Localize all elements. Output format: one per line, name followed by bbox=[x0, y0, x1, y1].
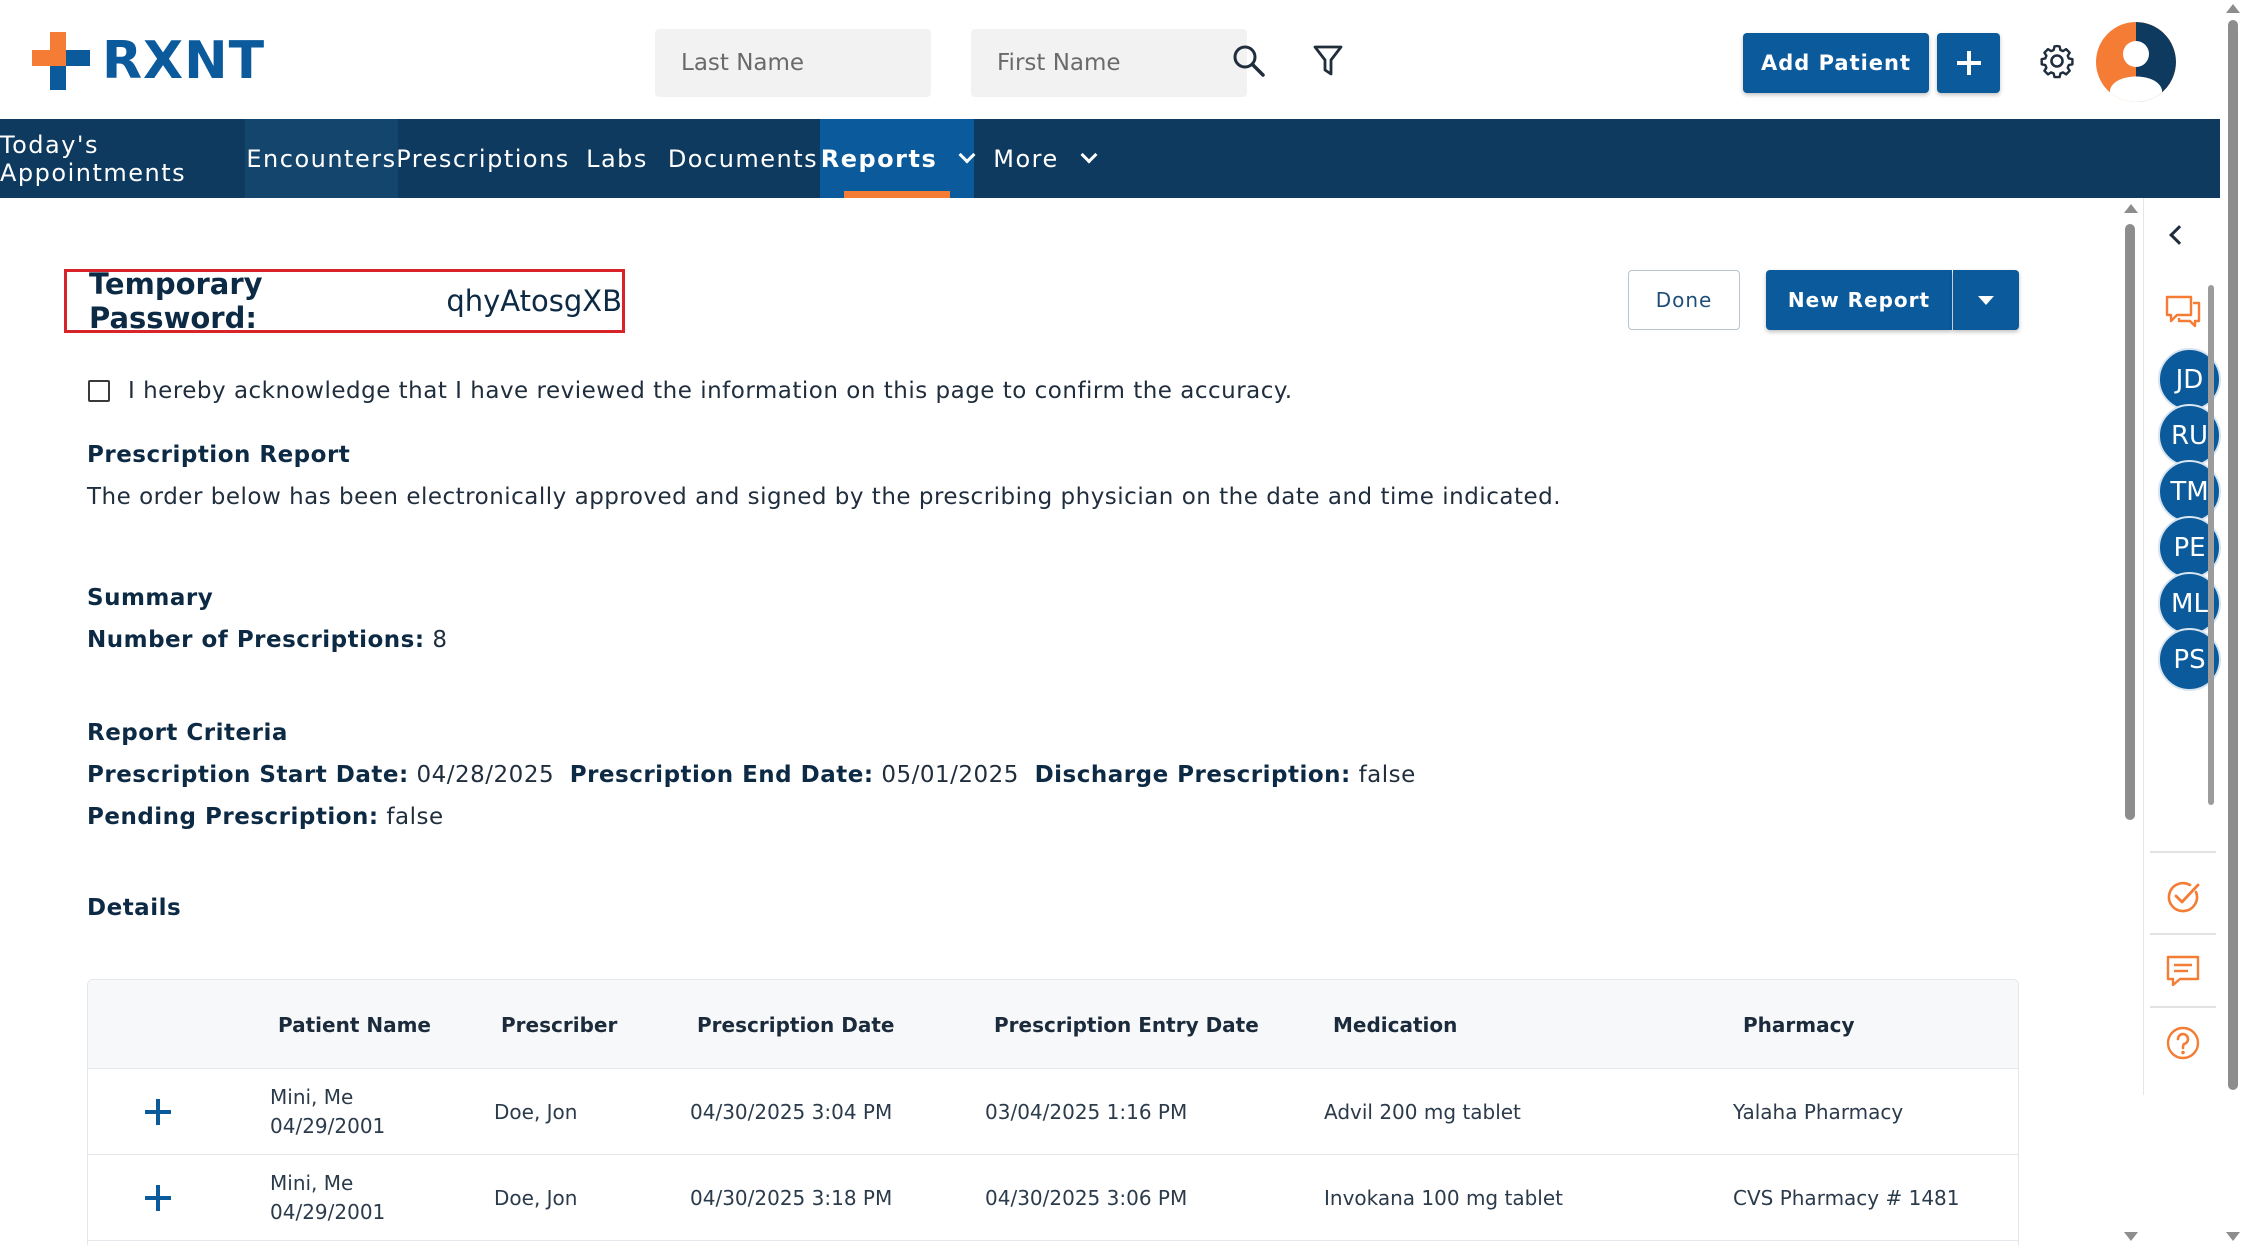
column-header[interactable]: Prescription Entry Date bbox=[994, 980, 1259, 1069]
temporary-password-label: Temporary Password: bbox=[89, 267, 263, 335]
nav-documents[interactable]: Documents bbox=[666, 119, 820, 198]
expand-row-icon[interactable] bbox=[143, 1097, 173, 1127]
user-avatar-icon bbox=[2110, 22, 2176, 102]
main-nav: Today's Appointments Encounters Prescrip… bbox=[0, 119, 2220, 198]
message-icon[interactable] bbox=[2158, 946, 2208, 996]
scroll-down-arrow-icon[interactable] bbox=[2124, 1232, 2138, 1241]
scroll-down-arrow-icon[interactable] bbox=[2226, 1232, 2240, 1241]
temporary-password-value: qhyAtosgXB bbox=[446, 284, 622, 318]
search-icon[interactable] bbox=[1226, 38, 1272, 84]
discharge-value: false bbox=[1358, 762, 1416, 788]
criteria-heading: Report Criteria bbox=[87, 720, 288, 746]
rx-date-cell: 04/30/2025 3:18 PM bbox=[690, 1186, 893, 1210]
patient-name: Mini, Me bbox=[270, 1085, 354, 1109]
nav-encounters[interactable]: Encounters bbox=[245, 119, 398, 198]
num-prescriptions: Number of Prescriptions: 8 bbox=[87, 627, 448, 653]
temporary-password-box: Temporary Password: qhyAtosgXB bbox=[64, 267, 625, 335]
acknowledge-text: I hereby acknowledge that I have reviewe… bbox=[128, 378, 1293, 404]
user-avatar[interactable] bbox=[2096, 22, 2176, 102]
prescriptions-table: Patient Name Prescriber Prescription Dat… bbox=[87, 979, 2019, 1245]
scroll-thumb[interactable] bbox=[2125, 224, 2135, 820]
medication-cell: Invokana 100 mg tablet bbox=[1324, 1186, 1563, 1210]
scroll-thumb[interactable] bbox=[2208, 285, 2214, 805]
report-title: Prescription Report bbox=[87, 442, 351, 468]
column-header[interactable]: Prescriber bbox=[501, 980, 617, 1069]
column-header[interactable]: Pharmacy bbox=[1743, 980, 1854, 1069]
chat-bubbles-icon[interactable] bbox=[2158, 286, 2208, 336]
right-panel-scrollbar[interactable] bbox=[2206, 285, 2216, 825]
add-patient-button[interactable]: Add Patient bbox=[1743, 33, 1929, 93]
filter-icon[interactable] bbox=[1305, 38, 1351, 84]
column-header[interactable]: Patient Name bbox=[278, 980, 431, 1069]
new-report-dropdown-button[interactable] bbox=[1953, 270, 2019, 330]
nav-more[interactable]: More bbox=[974, 119, 1114, 198]
table-header: Patient Name Prescriber Prescription Dat… bbox=[88, 980, 2018, 1069]
details-heading: Details bbox=[87, 895, 182, 921]
patient-cell: Mini, Me 04/29/2001 bbox=[270, 1069, 385, 1155]
discharge-label: Discharge Prescription: bbox=[1034, 762, 1351, 788]
page-scrollbar[interactable] bbox=[2222, 0, 2243, 1245]
nav-todays-appointments[interactable]: Today's Appointments bbox=[0, 119, 245, 198]
criteria-pending: Pending Prescription: false bbox=[87, 804, 444, 830]
patient-cell: Mini, Me 04/29/2001 bbox=[270, 1155, 385, 1241]
quick-add-button[interactable] bbox=[1937, 33, 2000, 93]
num-prescriptions-label: Number of Prescriptions: bbox=[87, 627, 425, 653]
entry-date-cell: 04/30/2025 3:06 PM bbox=[985, 1186, 1188, 1210]
nav-prescriptions[interactable]: Prescriptions bbox=[396, 119, 568, 198]
table-row: Mini, Me 04/29/2001 Doe, Jon 04/30/2025 … bbox=[88, 1155, 2018, 1241]
last-name-input[interactable] bbox=[655, 29, 931, 97]
report-content: Temporary Password: qhyAtosgXB Done New … bbox=[0, 198, 2120, 1245]
start-date-label: Prescription Start Date: bbox=[87, 762, 409, 788]
divider bbox=[2150, 851, 2216, 853]
chevron-down-icon bbox=[1080, 146, 1098, 163]
patient-name: Mini, Me bbox=[270, 1171, 354, 1195]
rxnt-logo[interactable]: RXNT bbox=[30, 28, 265, 94]
entry-date-cell: 03/04/2025 1:16 PM bbox=[985, 1100, 1188, 1124]
prescriber-cell: Doe, Jon bbox=[494, 1186, 578, 1210]
content-scrollbar[interactable] bbox=[2120, 198, 2142, 1245]
divider bbox=[2150, 1006, 2216, 1008]
end-date-label: Prescription End Date: bbox=[569, 762, 874, 788]
expand-row-icon[interactable] bbox=[143, 1183, 173, 1213]
active-tab-indicator bbox=[844, 191, 950, 198]
first-name-input[interactable] bbox=[971, 29, 1247, 97]
nav-reports[interactable]: Reports bbox=[820, 119, 976, 198]
scroll-thumb[interactable] bbox=[2228, 20, 2238, 1090]
scroll-up-arrow-icon[interactable] bbox=[2226, 4, 2240, 13]
help-icon[interactable] bbox=[2158, 1018, 2208, 1068]
table-row: Mini, Me 04/29/2001 Doe, Jon 04/30/2025 … bbox=[88, 1069, 2018, 1155]
acknowledge-row: I hereby acknowledge that I have reviewe… bbox=[88, 378, 1293, 404]
patient-dob: 04/29/2001 bbox=[270, 1114, 386, 1138]
report-description: The order below has been electronically … bbox=[87, 484, 1562, 510]
num-prescriptions-value: 8 bbox=[432, 627, 448, 653]
done-button[interactable]: Done bbox=[1628, 270, 1740, 330]
column-header[interactable]: Prescription Date bbox=[697, 980, 894, 1069]
nav-labs[interactable]: Labs bbox=[568, 119, 666, 198]
pharmacy-cell: Yalaha Pharmacy bbox=[1733, 1100, 1904, 1124]
logo-text: RXNT bbox=[102, 31, 266, 91]
rx-date-cell: 04/30/2025 3:04 PM bbox=[690, 1100, 893, 1124]
collapse-panel-icon[interactable] bbox=[2169, 225, 2189, 245]
prescriber-cell: Doe, Jon bbox=[494, 1100, 578, 1124]
scroll-up-arrow-icon[interactable] bbox=[2124, 204, 2138, 213]
criteria-dates: Prescription Start Date: 04/28/2025 Pres… bbox=[87, 762, 1416, 788]
app-header: RXNT Add Patient bbox=[0, 0, 2243, 119]
logo-cross-icon bbox=[32, 32, 90, 90]
start-date-value: 04/28/2025 bbox=[416, 762, 555, 788]
medication-cell: Advil 200 mg tablet bbox=[1324, 1100, 1521, 1124]
task-check-icon[interactable] bbox=[2158, 872, 2208, 922]
divider bbox=[2150, 933, 2216, 935]
end-date-value: 05/01/2025 bbox=[881, 762, 1019, 788]
acknowledge-checkbox[interactable] bbox=[88, 380, 110, 402]
column-header[interactable]: Medication bbox=[1333, 980, 1457, 1069]
caret-down-icon bbox=[1978, 295, 1994, 305]
plus-icon bbox=[1956, 51, 1981, 75]
pending-label: Pending Prescription: bbox=[87, 804, 379, 830]
gear-icon[interactable] bbox=[2034, 38, 2080, 84]
patient-dob: 04/29/2001 bbox=[270, 1200, 386, 1224]
pending-value: false bbox=[386, 804, 444, 830]
summary-heading: Summary bbox=[87, 585, 214, 611]
pharmacy-cell: CVS Pharmacy # 1481 bbox=[1733, 1186, 1960, 1210]
new-report-button[interactable]: New Report bbox=[1766, 270, 1952, 330]
